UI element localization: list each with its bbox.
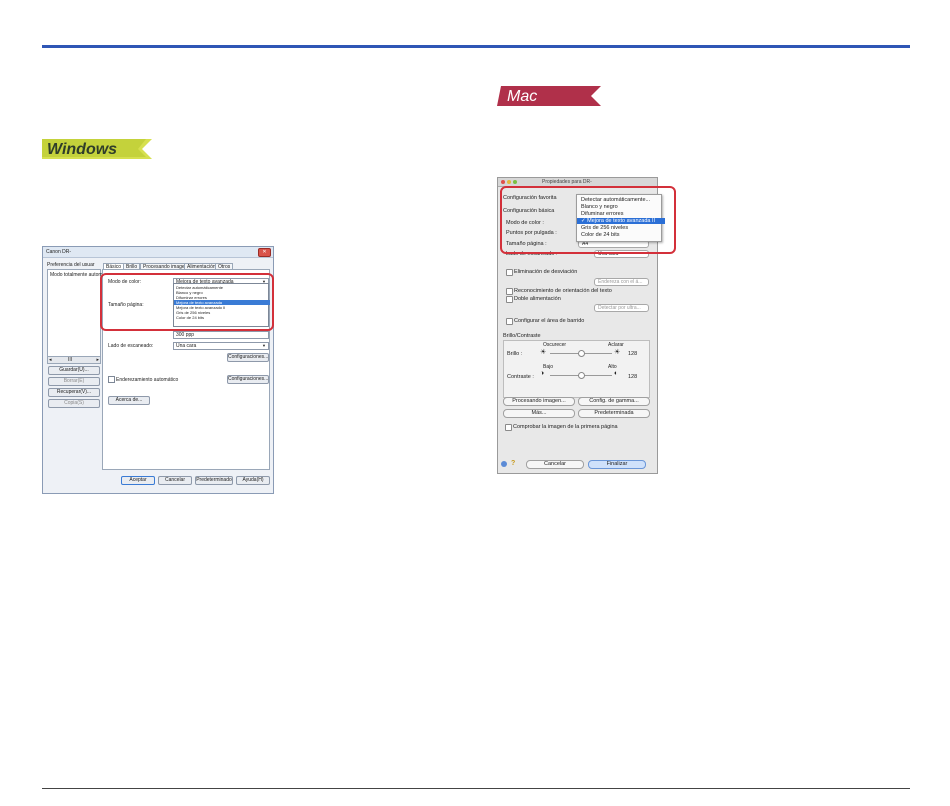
cancel-button[interactable]: Cancelar <box>158 476 192 485</box>
windows-titlebar: Canon DR- ✕ <box>43 247 273 258</box>
horizontal-scrollbar[interactable]: ◂ III ▸ <box>47 356 101 364</box>
contrast-high-icon: ◐ <box>614 370 619 377</box>
info-icon[interactable] <box>501 461 507 467</box>
footer-rule <box>42 788 910 789</box>
contrast-low-label: Bajo <box>543 364 554 370</box>
brightness-section-label: Brillo/Contraste <box>503 333 541 339</box>
more-button[interactable]: Más... <box>503 409 575 418</box>
scan-side-label: Lado de escaneado: <box>108 343 154 349</box>
scroll-thumb[interactable]: III <box>68 357 72 363</box>
about-button[interactable]: Acerca de... <box>108 396 150 405</box>
mac-badge: Mac <box>497 86 601 106</box>
cancel-button[interactable]: Cancelar <box>526 460 584 469</box>
windows-badge: Windows <box>42 139 152 159</box>
mac-badge-text: Mac <box>507 88 537 105</box>
help-icon[interactable]: ? <box>511 460 515 467</box>
scroll-left-icon[interactable]: ◂ <box>49 357 52 363</box>
text-orientation-checkbox[interactable] <box>506 288 513 295</box>
image-processing-button[interactable]: Procesando imagen... <box>503 397 575 406</box>
ok-button[interactable]: Aceptar <box>121 476 155 485</box>
contrast-label: Contraste : <box>507 374 534 380</box>
double-feed-label: Doble alimentación <box>514 296 561 302</box>
brightness-low-label: Oscurecer <box>543 342 567 348</box>
brightness-label: Brillo : <box>507 351 523 357</box>
contrast-value: 128 <box>628 374 638 380</box>
windows-badge-shape: Windows <box>42 139 152 159</box>
brightness-contrast-box <box>503 340 650 398</box>
config-button-1[interactable]: Configuraciones... <box>227 353 269 362</box>
copy-button[interactable]: Copia(S) <box>48 399 100 408</box>
finish-button[interactable]: Finalizar <box>588 460 646 469</box>
mac-title: Propiedades para DR- <box>542 179 592 185</box>
mac-highlight-box <box>500 186 676 254</box>
straighten-popup[interactable]: Endereza con el á... <box>594 278 649 286</box>
contrast-low-icon: ◑ <box>540 370 545 377</box>
minimize-icon[interactable] <box>507 180 511 184</box>
preference-list[interactable]: Modo totalmente autom <box>47 269 103 357</box>
dpi-select[interactable]: 300 ppp <box>173 331 269 339</box>
close-icon[interactable]: ✕ <box>258 248 271 257</box>
close-icon[interactable] <box>501 180 505 184</box>
header-rule <box>42 45 910 48</box>
save-button[interactable]: Guardar(U)... <box>48 366 100 375</box>
config-button-2[interactable]: Configuraciones... <box>227 375 269 384</box>
auto-straighten-label: Enderezamiento automático <box>116 377 179 383</box>
help-button[interactable]: Ayuda(H) <box>236 476 270 485</box>
text-orientation-label: Reconocimiento de orientación del texto <box>514 288 612 294</box>
dpi-value: 300 ppp <box>176 332 195 338</box>
windows-badge-text: Windows <box>47 141 117 158</box>
scan-side-value: Una cara <box>176 343 197 349</box>
dropout-checkbox[interactable] <box>506 269 513 276</box>
default-button[interactable]: Predeterminado <box>195 476 233 485</box>
sun-light-icon: ☀ <box>614 349 621 356</box>
default-button[interactable]: Predeterminada <box>578 409 650 418</box>
mac-badge-shape: Mac <box>497 86 601 106</box>
brightness-value: 128 <box>628 351 638 357</box>
user-preference-label: Preferencia del usuar <box>47 262 95 268</box>
brightness-slider-knob[interactable] <box>578 350 585 357</box>
windows-highlight-box <box>100 273 274 331</box>
gamma-button[interactable]: Config. de gamma... <box>578 397 650 406</box>
scan-area-label: Configurar el área de barrido <box>514 318 585 324</box>
dropout-label: Eliminación de desviación <box>514 269 578 275</box>
double-feed-checkbox[interactable] <box>506 296 513 303</box>
scroll-right-icon[interactable]: ▸ <box>96 357 99 363</box>
scan-area-checkbox[interactable] <box>506 318 513 325</box>
chevron-down-icon: ▼ <box>262 343 266 348</box>
scan-side-select[interactable]: Una cara ▼ <box>173 342 269 350</box>
check-first-page-label: Comprobar la imagen de la primera página <box>513 424 618 430</box>
list-item[interactable]: Modo totalmente autom <box>50 272 103 278</box>
zoom-icon[interactable] <box>513 180 517 184</box>
auto-straighten-checkbox[interactable] <box>108 376 115 383</box>
windows-title: Canon DR- <box>46 249 72 255</box>
sun-dark-icon: ☀ <box>540 349 547 356</box>
contrast-slider-knob[interactable] <box>578 372 585 379</box>
recover-button[interactable]: Recuperar(V)... <box>48 388 100 397</box>
check-first-page-checkbox[interactable] <box>505 424 512 431</box>
delete-button[interactable]: Borrar(E) <box>48 377 100 386</box>
detect-popup[interactable]: Detectar por ultra... <box>594 304 649 312</box>
